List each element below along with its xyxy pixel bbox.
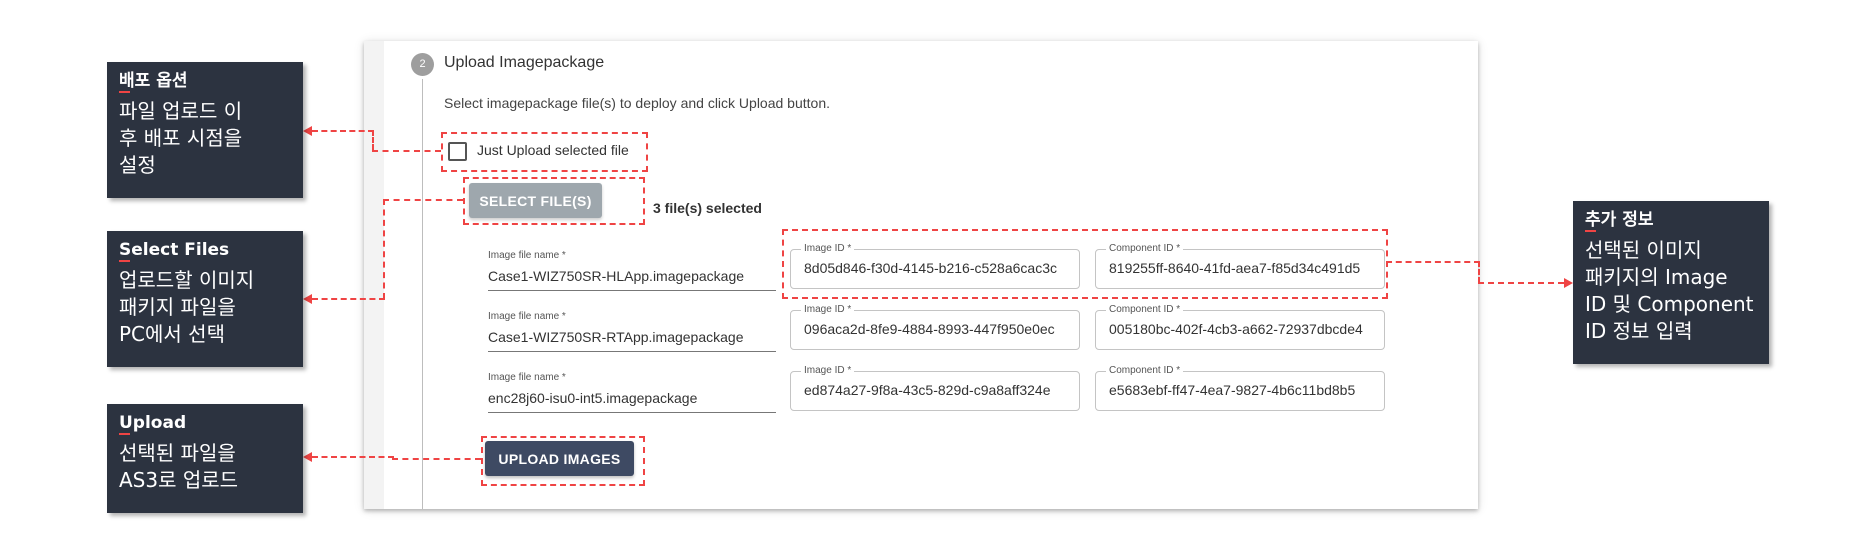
connector-line [372,130,374,150]
file-name-field[interactable]: Image file name * enc28j60-isu0-int5.ima… [488,372,776,413]
connector-line [312,130,374,132]
connector-line [1478,282,1564,284]
arrow-left-icon [303,126,312,136]
image-id-value[interactable]: ed874a27-9f8a-43c5-829d-c9a8aff324e [804,382,1066,398]
component-id-label: Component ID * [1106,304,1184,315]
connector-line [312,456,394,458]
file-name-field[interactable]: Image file name * Case1-WIZ750SR-RTApp.i… [488,311,776,352]
image-id-value[interactable]: 096aca2d-8fe9-4884-8993-447f950e0ec [804,321,1066,337]
callout-upload: Upload 선택된 파일을 AS3로 업로드 [107,404,303,513]
step-title: Upload Imagepackage [444,54,605,71]
left-gutter [364,41,384,509]
image-id-field[interactable]: Image ID * ed874a27-9f8a-43c5-829d-c9a8a… [790,365,1080,411]
select-button-highlight [463,177,645,225]
connector-line [1386,261,1480,263]
callout-body: 선택된 파일을 AS3로 업로드 [119,441,239,492]
component-id-label: Component ID * [1106,365,1184,376]
file-name-label: Image file name * [488,250,566,261]
component-id-value[interactable]: 005180bc-402f-4cb3-a662-72937dbcde4 [1109,321,1371,337]
file-name-value: Case1-WIZ750SR-RTApp.imagepackage [488,329,744,345]
callout-title: Select Files [119,240,230,260]
file-name-value: Case1-WIZ750SR-HLApp.imagepackage [488,268,745,284]
stepper-rail [422,79,423,509]
step-description: Select imagepackage file(s) to deploy an… [444,95,830,111]
connector-line [372,150,441,152]
upload-button-highlight [481,436,645,486]
file-name-value: enc28j60-isu0-int5.imagepackage [488,390,698,406]
callout-title: 배포 옵션 [119,71,188,91]
callout-select-files: Select Files 업로드할 이미지 패키지 파일을 PC에서 선택 [107,231,303,367]
callout-body: 선택된 이미지 패키지의 Image ID 및 Component ID 정보 … [1585,238,1754,343]
id-fields-highlight [782,229,1388,299]
callout-body: 업로드할 이미지 패키지 파일을 PC에서 선택 [119,268,255,346]
file-name-label: Image file name * [488,311,566,322]
connector-line [1478,261,1480,283]
file-name-label: Image file name * [488,372,566,383]
checkbox-highlight [441,132,648,172]
file-name-field[interactable]: Image file name * Case1-WIZ750SR-HLApp.i… [488,250,776,291]
arrow-left-icon [303,452,312,462]
image-id-label: Image ID * [801,304,855,315]
connector-line [392,458,481,460]
component-id-value[interactable]: e5683ebf-ff47-4ea7-9827-4b6c11bd8b5 [1109,382,1371,398]
image-id-label: Image ID * [801,365,855,376]
image-id-field[interactable]: Image ID * 096aca2d-8fe9-4884-8993-447f9… [790,304,1080,350]
connector-line [383,199,463,201]
callout-body: 파일 업로드 이 후 배포 시점을 설정 [119,99,243,177]
component-id-field[interactable]: Component ID * 005180bc-402f-4cb3-a662-7… [1095,304,1385,350]
step-number-badge: 2 [411,53,434,76]
connector-line [312,298,385,300]
callout-deploy-option: 배포 옵션 파일 업로드 이 후 배포 시점을 설정 [107,62,303,198]
callout-title: Upload [119,413,187,433]
component-id-field[interactable]: Component ID * e5683ebf-ff47-4ea7-9827-4… [1095,365,1385,411]
connector-line [383,199,385,299]
arrow-right-icon [1564,278,1573,288]
arrow-left-icon [303,294,312,304]
selected-count-text: 3 file(s) selected [653,200,762,216]
callout-title: 추가 정보 [1585,210,1654,230]
callout-extra-info: 추가 정보 선택된 이미지 패키지의 Image ID 및 Component … [1573,201,1769,364]
